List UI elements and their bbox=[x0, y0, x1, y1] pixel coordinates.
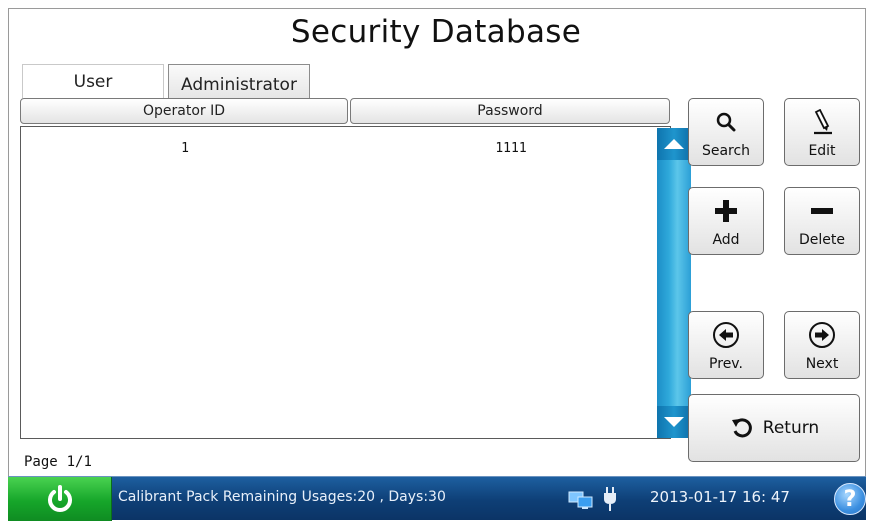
column-header-operator-id[interactable]: Operator ID bbox=[20, 98, 348, 124]
edit-button[interactable]: Edit bbox=[784, 98, 860, 166]
status-message: Calibrant Pack Remaining Usages:20 , Day… bbox=[118, 489, 446, 505]
delete-button[interactable]: Delete bbox=[784, 187, 860, 255]
prev-page-button[interactable]: Prev. bbox=[688, 311, 764, 379]
column-header-password[interactable]: Password bbox=[350, 98, 670, 124]
arrow-down-icon bbox=[664, 417, 684, 427]
return-icon bbox=[729, 415, 755, 441]
delete-label: Delete bbox=[799, 232, 845, 248]
page-value: 1/1 bbox=[66, 454, 92, 470]
prev-label: Prev. bbox=[709, 356, 743, 372]
password-cell: 1111 bbox=[495, 141, 527, 156]
page-label: Page bbox=[24, 454, 58, 470]
page-title: Security Database bbox=[290, 14, 582, 50]
plus-icon bbox=[713, 198, 739, 224]
minus-icon bbox=[809, 198, 835, 224]
power-button[interactable] bbox=[8, 477, 112, 521]
arrow-up-icon bbox=[664, 139, 684, 149]
help-icon[interactable]: ? bbox=[834, 483, 866, 515]
arrow-left-icon bbox=[713, 322, 739, 348]
page-indicator: Page 1/1 bbox=[24, 454, 92, 470]
add-label: Add bbox=[712, 232, 740, 248]
tab-administrator[interactable]: Administrator bbox=[168, 64, 310, 98]
arrow-right-icon bbox=[809, 322, 835, 348]
edit-pencil-icon bbox=[809, 109, 835, 135]
search-label: Search bbox=[701, 143, 751, 159]
edit-label: Edit bbox=[808, 143, 836, 159]
network-icon bbox=[568, 491, 593, 509]
scroll-down-button[interactable] bbox=[657, 406, 691, 438]
return-button[interactable]: Return bbox=[688, 394, 860, 462]
add-button[interactable]: Add bbox=[688, 187, 764, 255]
return-label: Return bbox=[762, 418, 820, 438]
status-bar: Calibrant Pack Remaining Usages:20 , Day… bbox=[8, 476, 866, 521]
vertical-scrollbar[interactable] bbox=[657, 128, 691, 438]
search-icon bbox=[713, 109, 739, 135]
table-row[interactable]: 1 1111 bbox=[21, 141, 637, 161]
user-list: 1 1111 bbox=[20, 126, 691, 439]
datetime-display: 2013-01-17 16: 47 bbox=[650, 488, 790, 506]
next-label: Next bbox=[805, 356, 839, 372]
tab-user[interactable]: User bbox=[22, 64, 164, 98]
search-button[interactable]: Search bbox=[688, 98, 764, 166]
next-page-button[interactable]: Next bbox=[784, 311, 860, 379]
power-plug-icon bbox=[604, 487, 616, 511]
operator-id-cell: 1 bbox=[181, 141, 189, 156]
scroll-up-button[interactable] bbox=[657, 128, 691, 160]
power-icon bbox=[47, 485, 72, 512]
